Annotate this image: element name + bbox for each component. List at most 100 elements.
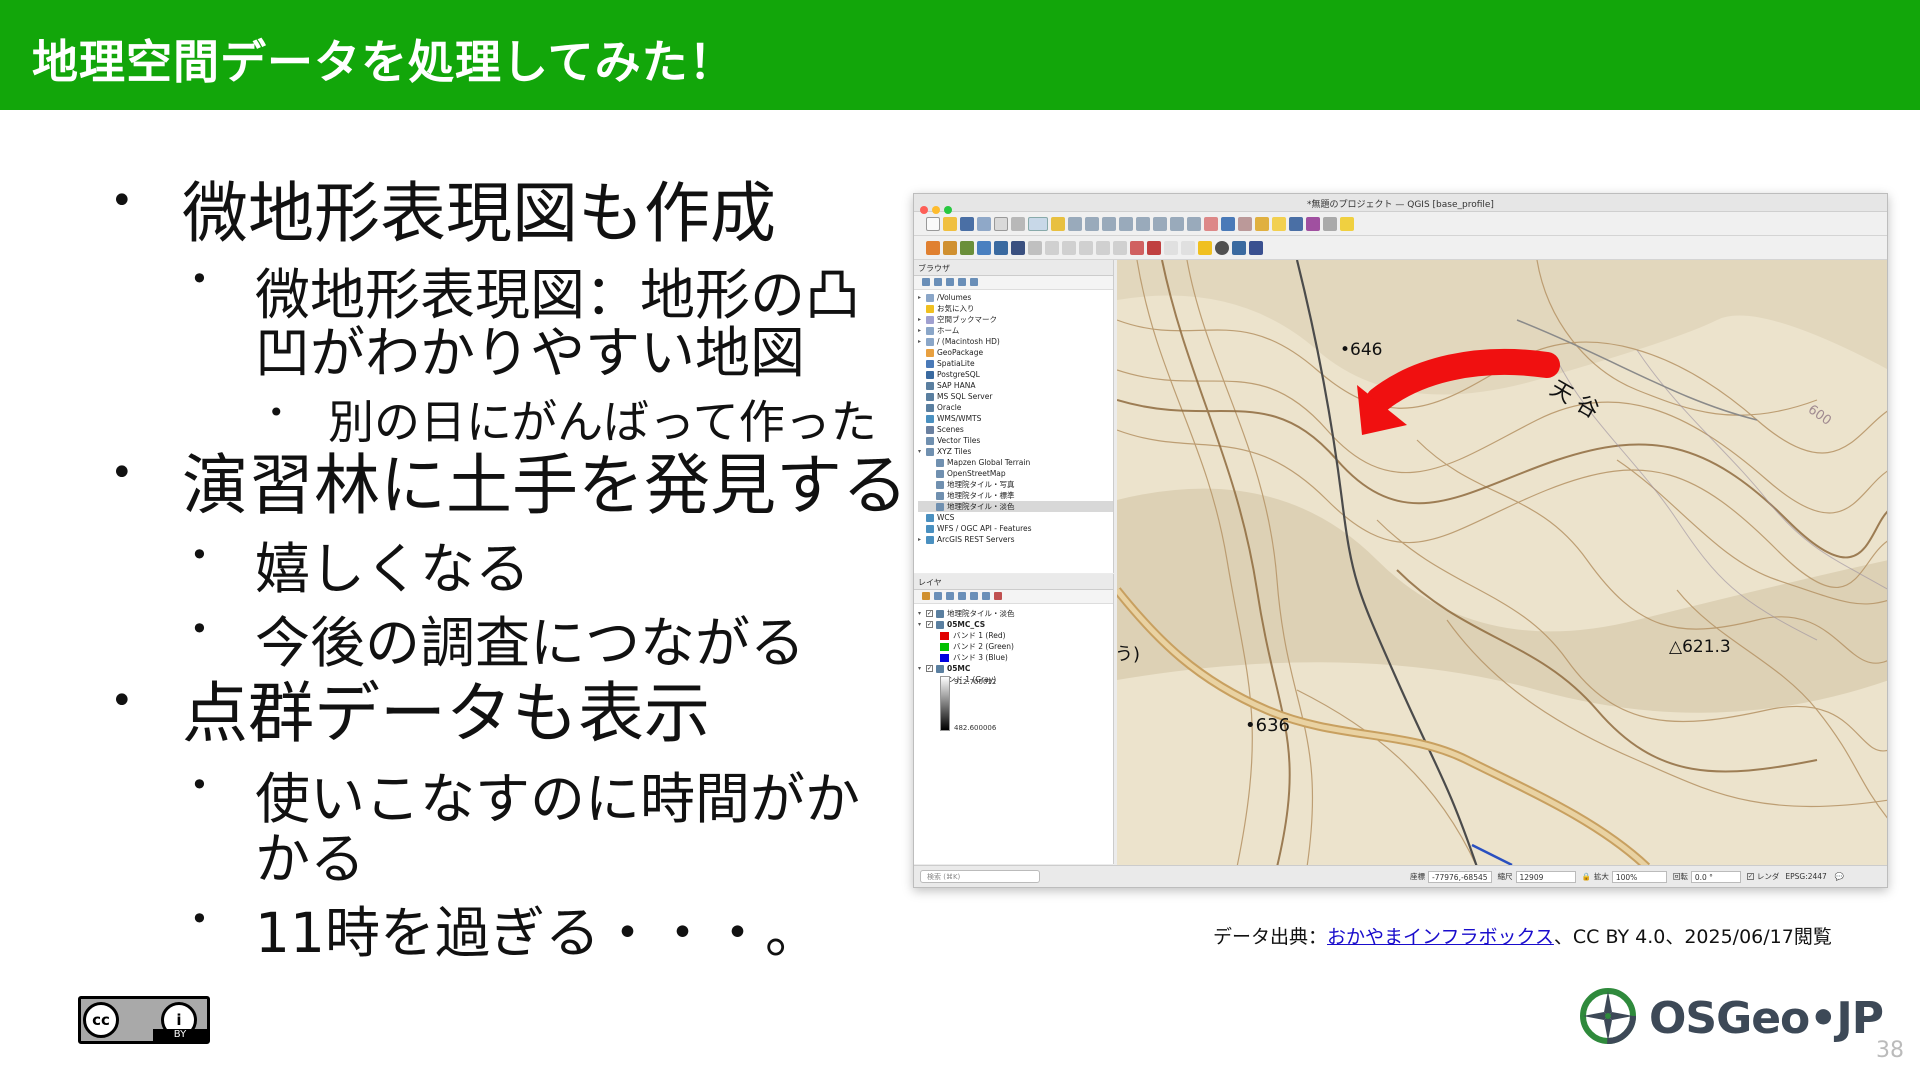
vertex-tool-icon[interactable]: [1062, 240, 1076, 255]
browser-item[interactable]: 地理院タイル・写真: [918, 479, 1113, 490]
gps-icon[interactable]: [1215, 240, 1229, 255]
annotation-icon[interactable]: [1340, 216, 1354, 231]
legend-entry[interactable]: バンド 2 (Green): [918, 641, 1113, 652]
remove-layer-icon[interactable]: [994, 592, 1002, 600]
settings-icon[interactable]: [1289, 216, 1303, 231]
expand-arrow-icon[interactable]: ▾: [918, 610, 926, 617]
browser-item[interactable]: WFS / OGC API - Features: [918, 523, 1113, 534]
expand-arrow-icon[interactable]: ▸: [918, 536, 926, 543]
layer-visibility-checkbox[interactable]: ✓: [926, 621, 933, 628]
expand-arrow-icon[interactable]: ▸: [918, 338, 926, 345]
browser-item[interactable]: ▸ ホーム: [918, 325, 1113, 336]
bookmark-icon[interactable]: [1204, 216, 1218, 231]
browser-item[interactable]: SpatiaLite: [918, 358, 1113, 369]
collapse-all-icon[interactable]: [982, 592, 990, 600]
raster-layer-icon[interactable]: [977, 240, 991, 255]
layer-style-icon[interactable]: [922, 592, 930, 600]
new-project-icon[interactable]: [926, 216, 940, 231]
browser-item[interactable]: 地理院タイル・標準: [918, 490, 1113, 501]
pan-to-selection-icon[interactable]: [1051, 216, 1065, 231]
source-link[interactable]: おかやまインフラボックス: [1327, 926, 1554, 948]
browser-item[interactable]: Vector Tiles: [918, 435, 1113, 446]
browser-item[interactable]: Mapzen Global Terrain: [918, 457, 1113, 468]
label-tool-icon[interactable]: [1130, 240, 1144, 255]
data-source-manager-icon[interactable]: [926, 240, 940, 255]
lock-icon[interactable]: 🔒: [1582, 872, 1591, 881]
browser-item[interactable]: Oracle: [918, 402, 1113, 413]
add-layer-icon[interactable]: [922, 278, 930, 286]
browser-item[interactable]: ▾ XYZ Tiles: [918, 446, 1113, 457]
zoom-next-icon[interactable]: [1187, 216, 1201, 231]
crs-button[interactable]: EPSG:2447: [1785, 872, 1826, 881]
browser-item[interactable]: ▸ / (Macintosh HD): [918, 336, 1113, 347]
digitize-icon[interactable]: [1045, 240, 1059, 255]
layer-item[interactable]: ▾ ✓ 05MC: [918, 663, 1113, 674]
pan-tool-icon[interactable]: [1028, 216, 1048, 231]
identify-icon[interactable]: [1255, 216, 1269, 231]
delete-feature-icon[interactable]: [1079, 240, 1093, 255]
render-checkbox[interactable]: ✓: [1746, 873, 1754, 880]
zoom-full-icon[interactable]: [1102, 216, 1116, 231]
expand-arrow-icon[interactable]: ▾: [918, 448, 926, 455]
browser-item[interactable]: ▸ ArcGIS REST Servers: [918, 534, 1113, 545]
zoom-out-icon[interactable]: [1085, 216, 1099, 231]
layout-manager-icon[interactable]: [1011, 216, 1025, 231]
wms-layer-icon[interactable]: [994, 240, 1008, 255]
mesh-layer-icon[interactable]: [1011, 240, 1025, 255]
print-layout-icon[interactable]: [994, 216, 1008, 231]
select-icon[interactable]: [1238, 216, 1252, 231]
locator-search-input[interactable]: 検索 (⌘K): [920, 870, 1040, 883]
browser-item[interactable]: Scenes: [918, 424, 1113, 435]
zoom-native-icon[interactable]: [1153, 216, 1167, 231]
zoom-layer-icon[interactable]: [1136, 216, 1150, 231]
expand-arrow-icon[interactable]: ▾: [918, 665, 926, 672]
redo-icon[interactable]: [1113, 240, 1127, 255]
layer-item[interactable]: ▾ ✓ 地理院タイル・淡色: [918, 608, 1113, 619]
browser-item[interactable]: SAP HANA: [918, 380, 1113, 391]
open-project-icon[interactable]: [943, 216, 957, 231]
edit-toggle-icon[interactable]: [1028, 240, 1042, 255]
sum-icon[interactable]: [1306, 216, 1320, 231]
browser-item[interactable]: OpenStreetMap: [918, 468, 1113, 479]
legend-entry[interactable]: バンド 1 (Red): [918, 630, 1113, 641]
browser-item[interactable]: ▸ /Volumes: [918, 292, 1113, 303]
save-as-icon[interactable]: [977, 216, 991, 231]
label-pin-icon[interactable]: [1147, 240, 1161, 255]
message-log-icon[interactable]: 💬: [1835, 872, 1844, 881]
plugin-icon[interactable]: [1249, 240, 1263, 255]
python-icon[interactable]: [1232, 240, 1246, 255]
map-canvas[interactable]: •646 •636 △621.3 天谷 600 う): [1117, 260, 1887, 867]
attribute-table-icon[interactable]: [1272, 216, 1286, 231]
zoom-last-icon[interactable]: [1170, 216, 1184, 231]
vector-layer-icon[interactable]: [960, 240, 974, 255]
browser-item[interactable]: GeoPackage: [918, 347, 1113, 358]
legend-entry[interactable]: バンド 3 (Blue): [918, 652, 1113, 663]
refresh-icon[interactable]: [934, 278, 942, 286]
browser-item[interactable]: ▸ 空間ブックマーク: [918, 314, 1113, 325]
expand-arrow-icon[interactable]: ▸: [918, 294, 926, 301]
browser-item[interactable]: WCS: [918, 512, 1113, 523]
browser-item[interactable]: MS SQL Server: [918, 391, 1113, 402]
zoom-selection-icon[interactable]: [1119, 216, 1133, 231]
undo-icon[interactable]: [1096, 240, 1110, 255]
filter-icon[interactable]: [946, 278, 954, 286]
add-group-icon[interactable]: [934, 592, 942, 600]
label-move-icon[interactable]: [1164, 240, 1178, 255]
browser-item[interactable]: お気に入り: [918, 303, 1113, 314]
refresh-icon[interactable]: [1221, 216, 1235, 231]
new-layer-icon[interactable]: [943, 240, 957, 255]
save-project-icon[interactable]: [960, 216, 974, 231]
expand-arrow-icon[interactable]: ▸: [918, 327, 926, 334]
filter-legend-icon[interactable]: [958, 592, 966, 600]
visibility-icon[interactable]: [946, 592, 954, 600]
warning-icon[interactable]: [1198, 240, 1212, 255]
layer-visibility-checkbox[interactable]: ✓: [926, 610, 933, 617]
expand-arrow-icon[interactable]: ▸: [918, 316, 926, 323]
browser-item[interactable]: 地理院タイル・淡色: [918, 501, 1113, 512]
collapse-icon[interactable]: [958, 278, 966, 286]
browser-item[interactable]: PostgreSQL: [918, 369, 1113, 380]
coordinate-field[interactable]: -77976,-68545: [1428, 870, 1492, 883]
browser-item[interactable]: WMS/WMTS: [918, 413, 1113, 424]
layer-item[interactable]: ▾ ✓ 05MC_CS: [918, 619, 1113, 630]
magnifier-field[interactable]: 100%: [1611, 870, 1667, 883]
